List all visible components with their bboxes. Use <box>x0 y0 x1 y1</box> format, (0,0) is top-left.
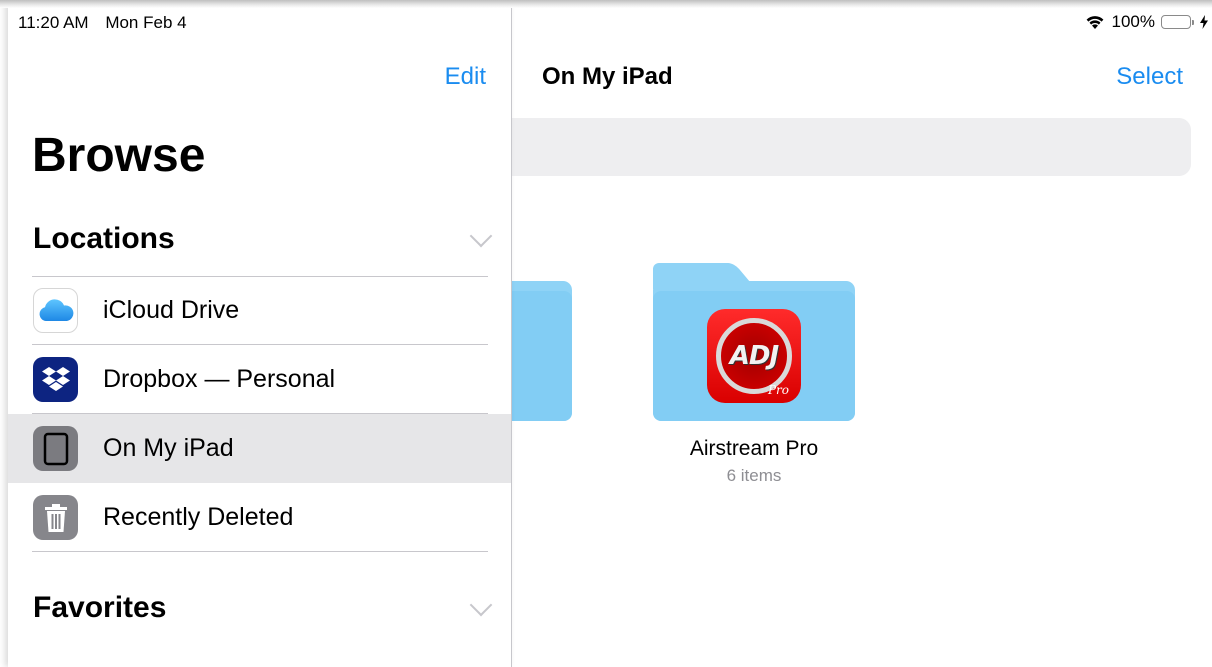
sidebar-item-label: Dropbox — Personal <box>103 365 336 393</box>
chevron-down-icon[interactable] <box>469 224 493 248</box>
wifi-icon <box>1086 16 1103 29</box>
folder-airstream-pro[interactable]: ADJ Pro Airstream Pro 6 items <box>652 263 856 486</box>
folder-name: Airstream Pro <box>689 437 819 460</box>
status-bar: 11:20 AM Mon Feb 4 100% <box>0 8 1212 38</box>
favorites-header-label: Favorites <box>33 591 167 624</box>
sidebar-item-on-my-ipad[interactable]: On My iPad <box>8 414 511 483</box>
sidebar: Edit Browse Locations iCloud Drive Dropb… <box>8 0 512 667</box>
status-date: Mon Feb 4 <box>105 13 187 32</box>
battery-percent: 100% <box>1111 12 1155 31</box>
adj-app-icon: ADJ Pro <box>707 309 801 403</box>
app-icon-subtext: Pro <box>767 383 789 397</box>
app-icon-text: ADJ <box>729 341 779 371</box>
divider <box>32 551 488 552</box>
sidebar-item-icloud-drive[interactable]: iCloud Drive <box>8 276 511 345</box>
top-edge-shadow <box>0 0 1212 8</box>
browse-title: Browse <box>32 129 206 182</box>
status-left: 11:20 AM Mon Feb 4 <box>18 13 199 33</box>
icloud-icon <box>33 288 78 333</box>
favorites-header[interactable]: Favorites <box>33 591 493 625</box>
main-content: On My iPad Select DMX ADJ Pro Airstream … <box>370 0 1212 667</box>
sidebar-item-dropbox[interactable]: Dropbox — Personal <box>8 345 511 414</box>
charging-bolt-icon <box>1200 15 1208 29</box>
trash-icon <box>33 495 78 540</box>
dropbox-icon <box>33 357 78 402</box>
edit-button[interactable]: Edit <box>445 63 486 91</box>
locations-header[interactable]: Locations <box>33 222 493 256</box>
ipad-icon <box>33 426 78 471</box>
sidebar-item-label: iCloud Drive <box>103 296 240 324</box>
chevron-down-icon[interactable] <box>469 593 493 617</box>
status-right: 100% <box>1084 12 1208 32</box>
sidebar-item-recently-deleted[interactable]: Recently Deleted <box>8 483 511 552</box>
locations-header-label: Locations <box>33 222 175 255</box>
folder-item-count: 6 items <box>726 466 782 485</box>
search-bar[interactable] <box>482 118 1191 176</box>
battery-icon <box>1161 15 1194 29</box>
sidebar-item-label: Recently Deleted <box>103 503 294 531</box>
status-time: 11:20 AM <box>18 13 89 32</box>
sidebar-item-label: On My iPad <box>103 434 234 462</box>
page-title: On My iPad <box>542 63 673 90</box>
select-button[interactable]: Select <box>1116 63 1183 91</box>
folder-icon: ADJ Pro <box>653 263 855 421</box>
